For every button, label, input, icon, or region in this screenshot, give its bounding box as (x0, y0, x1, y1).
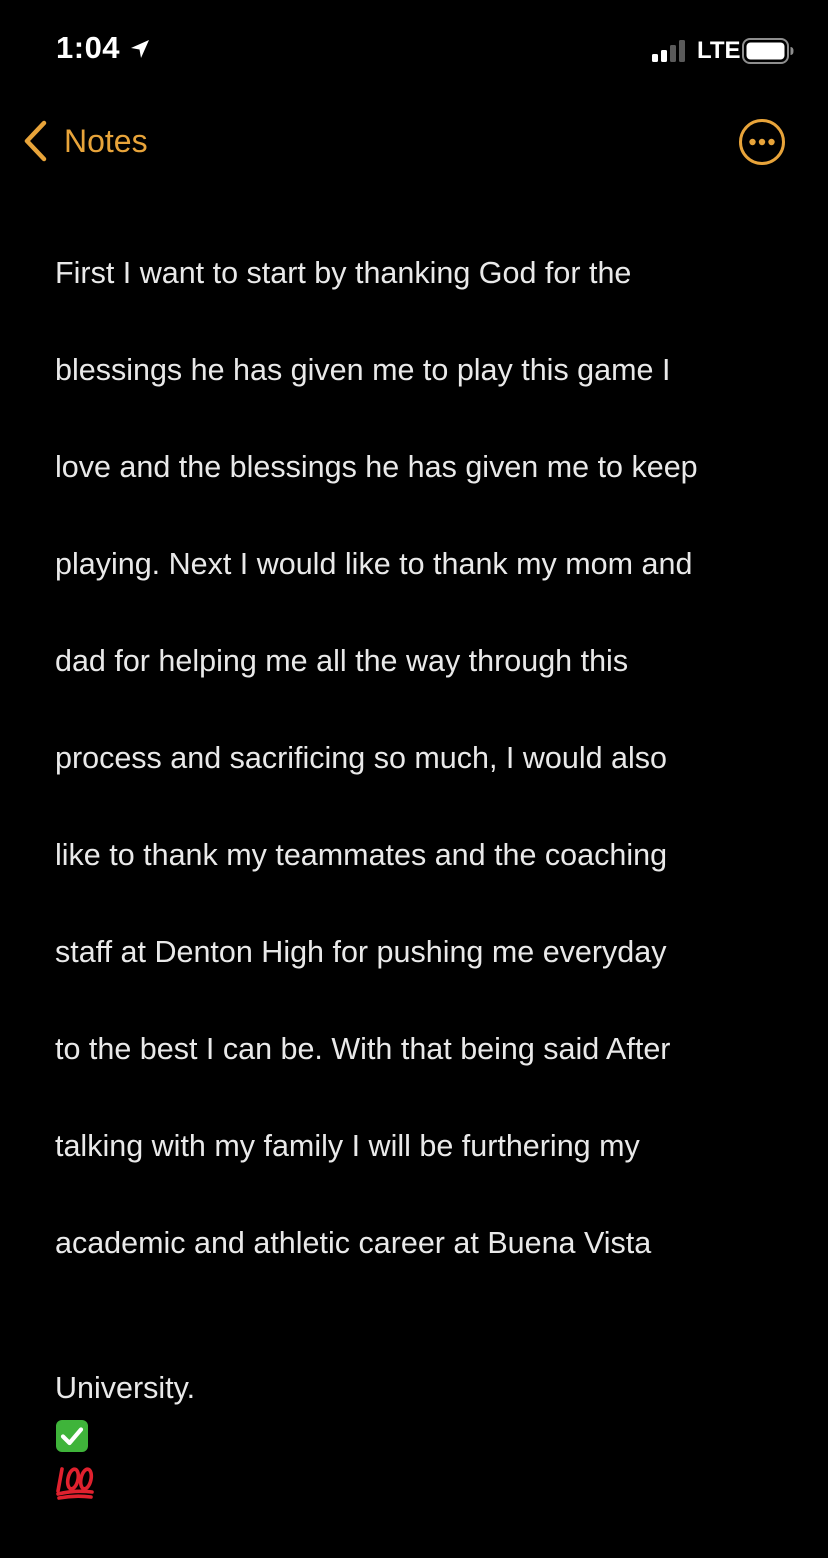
cellular-signal-icon (652, 40, 685, 62)
back-to-notes-button[interactable]: Notes (22, 116, 148, 166)
note-line: staff at Denton High for pushing me ever… (55, 934, 667, 969)
carrier-label: LTE (697, 37, 741, 64)
note-line: like to thank my teammates and the coach… (55, 837, 668, 872)
status-bar: 1:04 LTE (0, 0, 828, 100)
note-line: talking with my family I will be further… (55, 1128, 640, 1163)
note-line: blessings he has given me to play this g… (55, 352, 671, 387)
hundred-points-emoji (56, 1467, 94, 1500)
note-line: love and the blessings he has given me t… (55, 449, 698, 484)
note-line: process and sacrificing so much, I would… (55, 740, 667, 775)
check-mark-button-emoji (56, 1419, 88, 1452)
ellipsis-circle-icon[interactable] (738, 118, 786, 166)
back-label: Notes (64, 122, 148, 159)
status-time: 1:04 (56, 30, 121, 65)
note-body[interactable]: First I want to start by thanking God fo… (55, 200, 795, 1558)
note-line: to the best I can be. With that being sa… (55, 1031, 671, 1066)
battery-icon (742, 38, 794, 64)
location-arrow-icon (131, 40, 149, 58)
note-line: playing. Next I would like to thank my m… (55, 546, 693, 581)
note-last-line: University. (55, 1316, 795, 1510)
note-line: academic and athletic career at Buena Vi… (55, 1225, 652, 1260)
note-line: University. (55, 1371, 196, 1405)
note-line: First I want to start by thanking God fo… (55, 255, 632, 290)
chevron-left-icon (24, 120, 47, 162)
note-line: dad for helping me all the way through t… (55, 643, 629, 678)
